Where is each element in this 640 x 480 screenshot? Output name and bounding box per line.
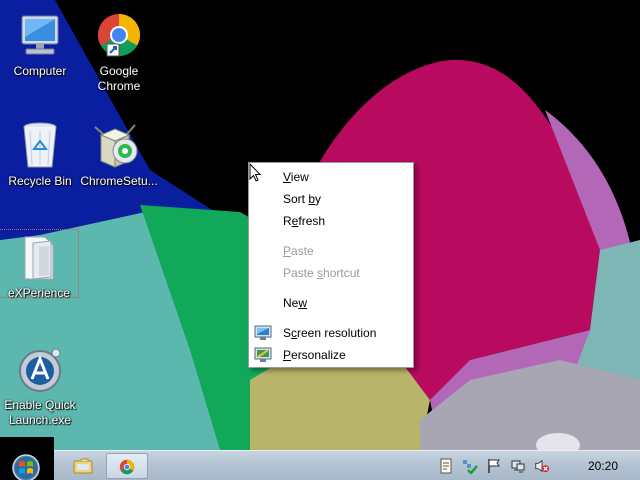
menu-separator: [279, 317, 407, 318]
desktop-icon-label: Google Chrome: [97, 64, 141, 93]
menu-separator: [279, 287, 407, 288]
taskbar-explorer-button[interactable]: [62, 453, 104, 479]
chrome-icon: [119, 459, 135, 475]
personalize-icon: [254, 347, 272, 362]
menu-item-label-rest: Ne: [283, 296, 299, 310]
display-icon: [254, 325, 272, 340]
menu-item-label-rest: ersonalize: [291, 348, 346, 362]
menu-item-label-rest: fresh: [298, 214, 326, 228]
explorer-icon: [73, 458, 93, 474]
menu-item-label-rest: y: [315, 192, 322, 206]
computer-icon: [21, 15, 59, 55]
taskbar-chrome-button[interactable]: [106, 453, 148, 479]
desktop-icon-computer[interactable]: Computer: [0, 8, 80, 79]
start-button[interactable]: [0, 437, 54, 480]
menu-item-label-rest: S: [283, 326, 292, 340]
desktop-icon-label: Enable Quick Launch.exe: [4, 398, 76, 427]
mnemonic: w: [298, 296, 308, 310]
folder-icon: [24, 236, 54, 280]
menu-item-label: Paste shortcut: [283, 266, 360, 280]
menu-item-label-rest: reen resolution: [297, 326, 377, 340]
quicklaunch-icon: [19, 348, 61, 392]
mnemonic: P: [283, 244, 292, 258]
menu-item-label-rest: R: [283, 214, 292, 228]
installer-icon: [94, 124, 138, 168]
desktop-icon-label: Computer: [13, 64, 67, 78]
mouse-cursor-icon: [249, 163, 262, 182]
menu-item-label: Personalize: [283, 348, 346, 362]
menu-item-label-rest: hortcut: [323, 266, 360, 280]
menu-item-label-rest: iew: [290, 170, 309, 184]
mnemonic: P: [283, 348, 292, 362]
recycle-bin-icon: [23, 122, 57, 168]
menu-item-label: Sort by: [283, 192, 321, 206]
desktop-icon-chromesetup[interactable]: ChromeSetu...: [79, 118, 159, 189]
menu-item-label: Screen resolution: [283, 326, 376, 340]
menu-item-personalize[interactable]: Personalize: [249, 344, 413, 366]
volume-muted-icon[interactable]: [534, 458, 550, 474]
menu-item-sort-by[interactable]: Sort by: [249, 188, 413, 210]
menu-item-label-rest: Paste: [283, 266, 318, 280]
menu-item-label: View: [283, 170, 309, 184]
chrome-icon: [97, 13, 141, 57]
desktop-icon-experience[interactable]: eXPerience: [0, 229, 79, 300]
menu-item-screen-resolution[interactable]: Screen resolution: [249, 322, 413, 344]
menu-item-paste-shortcut[interactable]: Paste shortcut: [249, 262, 413, 284]
menu-item-refresh[interactable]: Refresh: [249, 210, 413, 232]
network-icon[interactable]: [510, 458, 526, 474]
desktop-icon-label: eXPerience: [7, 286, 71, 300]
flag-icon[interactable]: [486, 458, 502, 474]
notes-icon[interactable]: [438, 458, 454, 474]
desktop-icon-recycle-bin[interactable]: Recycle Bin: [0, 118, 80, 189]
menu-item-paste[interactable]: Paste: [249, 240, 413, 262]
clock[interactable]: 20:20: [588, 459, 618, 473]
desktop-icon-enable-quick-launch[interactable]: Enable Quick Launch.exe: [0, 342, 80, 428]
menu-item-label: Paste: [283, 244, 314, 258]
menu-item-label: New: [283, 296, 307, 310]
menu-separator: [279, 235, 407, 236]
mnemonic: V: [283, 170, 291, 184]
menu-item-label: Refresh: [283, 214, 325, 228]
desktop-icon-label: Recycle Bin: [8, 174, 72, 188]
desktop-icon-label: ChromeSetu...: [80, 174, 158, 188]
desktop-icon-google-chrome[interactable]: Google Chrome: [79, 8, 159, 94]
menu-item-new[interactable]: New: [249, 292, 413, 314]
desktop-context-menu: View Sort by Refresh Paste Paste shortcu…: [248, 162, 414, 368]
menu-item-label-rest: aste: [291, 244, 314, 258]
taskbar: 20:20: [0, 437, 640, 480]
menu-item-label-rest: Sort: [283, 192, 309, 206]
menu-item-view[interactable]: View: [249, 166, 413, 188]
windows-orb-icon: [12, 454, 40, 480]
network-check-icon[interactable]: [462, 458, 478, 474]
system-tray: 20:20: [432, 451, 640, 480]
